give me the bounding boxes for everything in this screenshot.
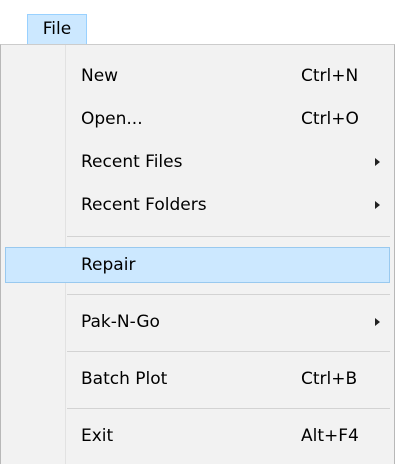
- menu-item-recent-folders-label: Recent Folders: [81, 195, 207, 215]
- menu-item-new[interactable]: New Ctrl+N: [5, 58, 390, 94]
- menu-item-repair-label: Repair: [81, 255, 136, 275]
- menu-item-recent-folders[interactable]: Recent Folders: [5, 187, 390, 223]
- menu-item-batch-plot-shortcut: Ctrl+B: [301, 369, 358, 389]
- menu-separator: [67, 351, 390, 352]
- menu-item-batch-plot-label: Batch Plot: [81, 369, 168, 389]
- menu-item-batch-plot[interactable]: Batch Plot Ctrl+B: [5, 361, 390, 397]
- menu-item-exit-shortcut: Alt+F4: [301, 426, 359, 446]
- chevron-right-icon: [375, 158, 380, 166]
- menu-item-new-label: New: [81, 66, 119, 86]
- chevron-right-icon: [375, 201, 380, 209]
- menu-separator: [67, 408, 390, 409]
- file-dropdown-menu: New Ctrl+N Open... Ctrl+O Recent Files R…: [0, 44, 395, 464]
- menu-separator: [67, 294, 390, 295]
- menu-item-recent-files[interactable]: Recent Files: [5, 144, 390, 180]
- menu-separator: [67, 236, 390, 237]
- menu-item-open-label: Open...: [81, 109, 143, 129]
- menu-item-open-shortcut: Ctrl+O: [301, 109, 359, 129]
- menu-item-exit[interactable]: Exit Alt+F4: [5, 418, 390, 454]
- menu-item-new-shortcut: Ctrl+N: [301, 66, 359, 86]
- file-menu-button[interactable]: File: [27, 14, 87, 44]
- menu-item-pak-n-go[interactable]: Pak-N-Go: [5, 304, 390, 340]
- chevron-right-icon: [375, 318, 380, 326]
- menu-item-open[interactable]: Open... Ctrl+O: [5, 101, 390, 137]
- menu-item-repair[interactable]: Repair: [5, 247, 390, 283]
- menu-item-recent-files-label: Recent Files: [81, 152, 183, 172]
- menu-item-pak-n-go-label: Pak-N-Go: [81, 312, 160, 332]
- menu-item-exit-label: Exit: [81, 426, 114, 446]
